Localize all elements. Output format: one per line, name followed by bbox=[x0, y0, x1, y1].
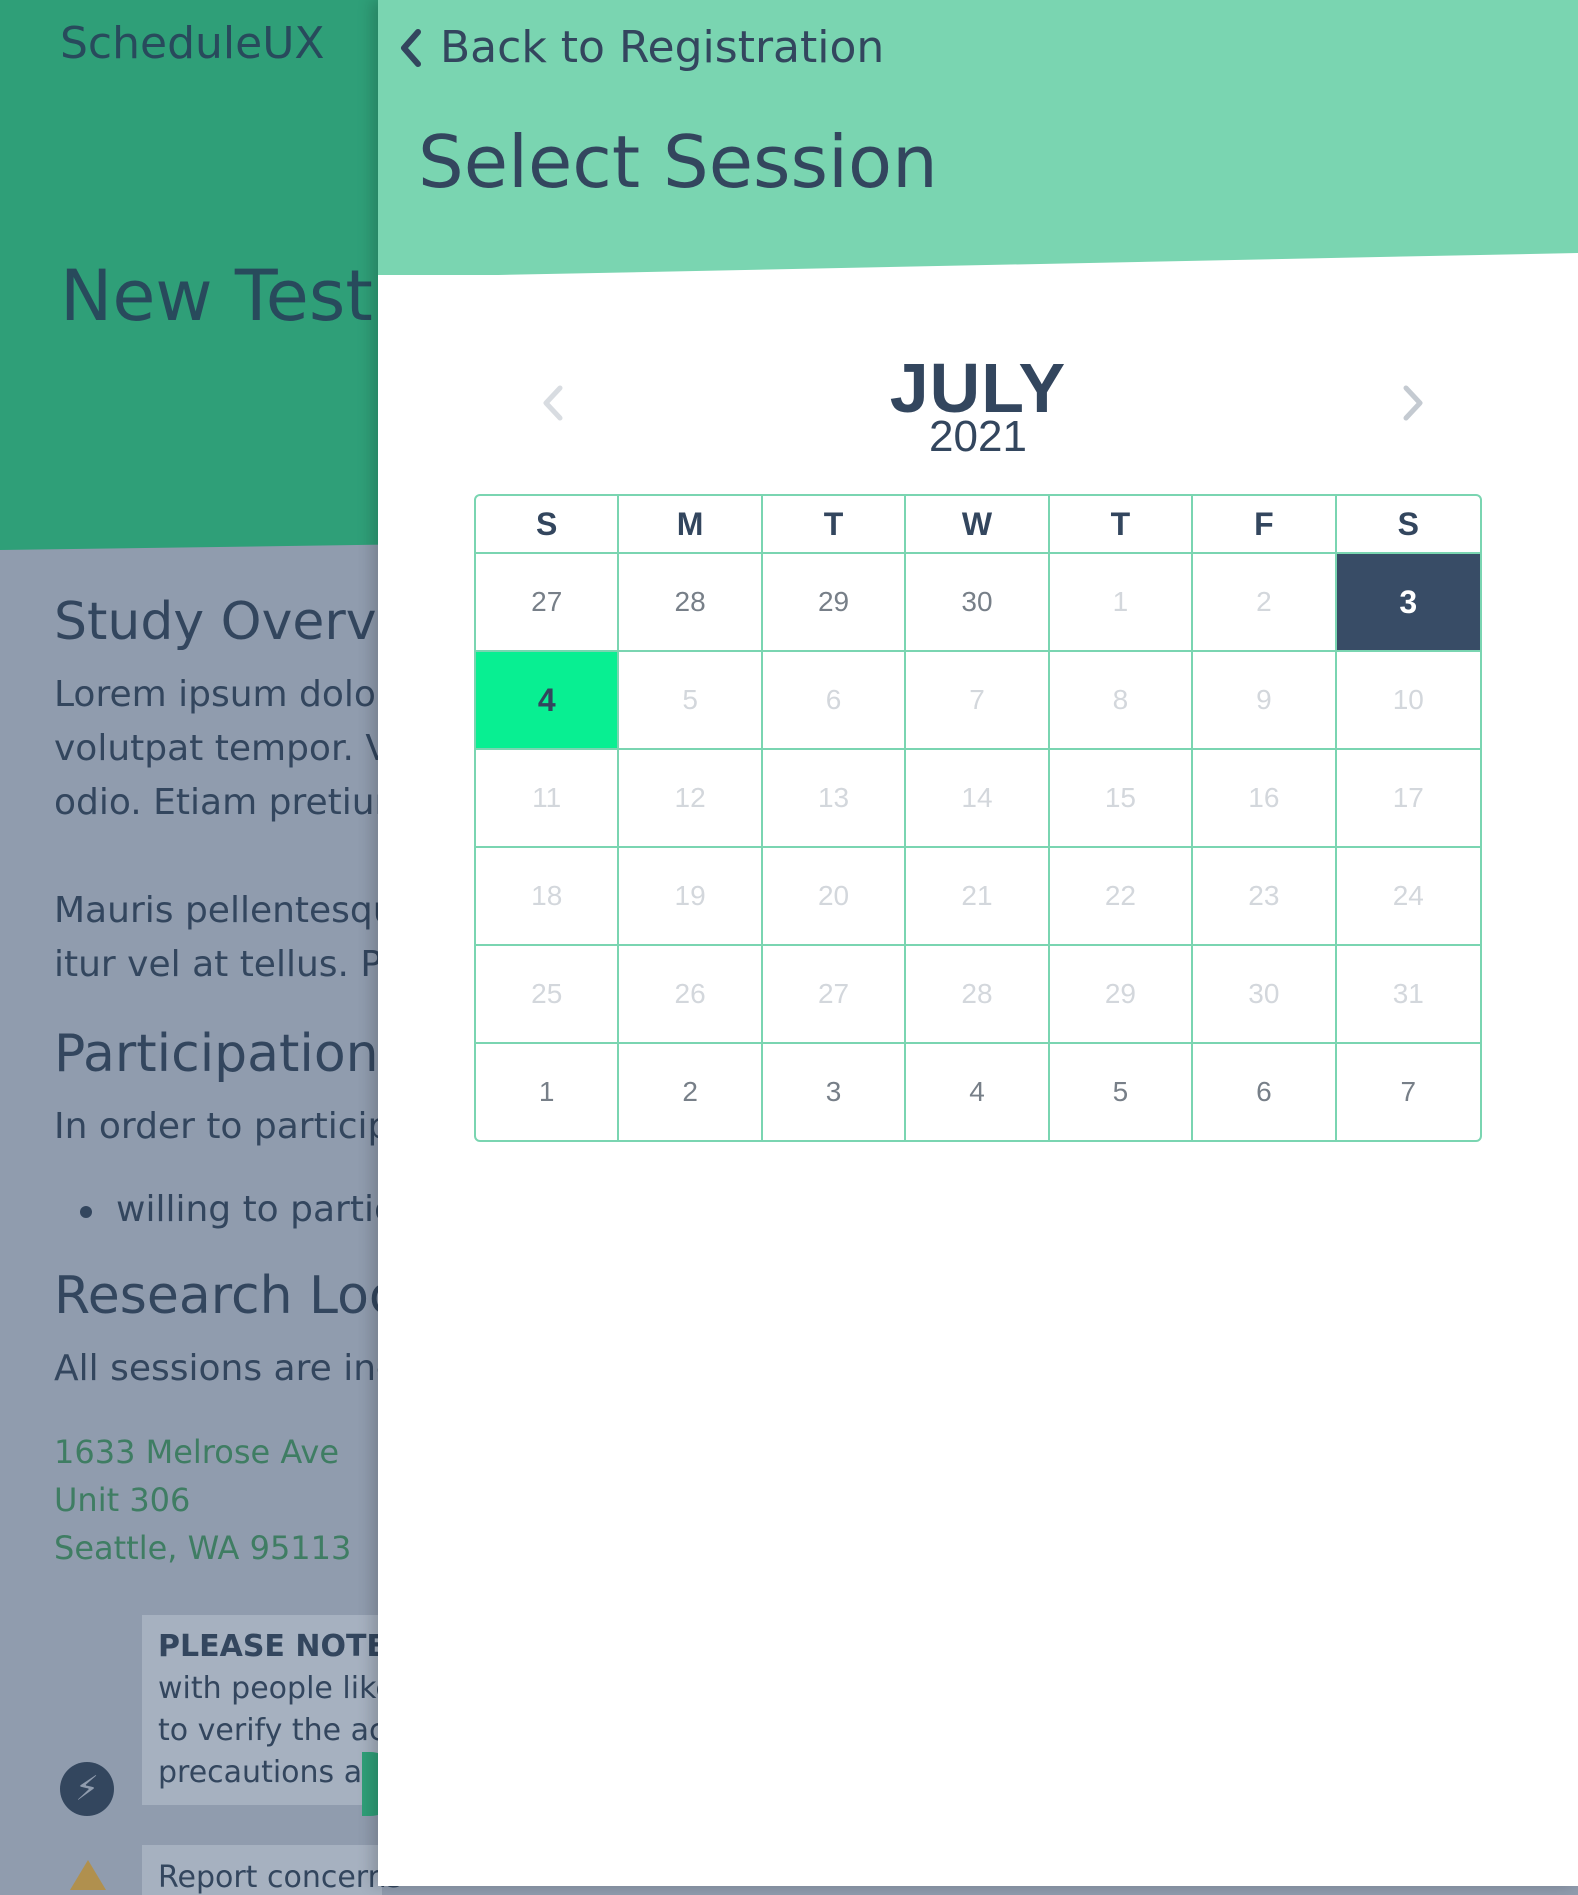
brand-logo-text: ScheduleUX bbox=[60, 18, 325, 69]
participation-heading: Participation R bbox=[54, 1024, 432, 1084]
weekday-header: S bbox=[1336, 496, 1480, 554]
lightning-icon[interactable]: ⚡ bbox=[60, 1762, 114, 1816]
calendar-day-outside: 5 bbox=[1050, 1044, 1194, 1140]
calendar-day-disabled: 22 bbox=[1049, 848, 1194, 946]
calendar-day-disabled: 31 bbox=[1336, 946, 1480, 1044]
calendar-day-outside: 28 bbox=[619, 554, 763, 652]
calendar-day-outside: 3 bbox=[763, 1044, 907, 1140]
next-month-button[interactable] bbox=[1388, 378, 1438, 428]
calendar-day-outside: 7 bbox=[1400, 1076, 1417, 1107]
report-concerns-text[interactable]: Report concerns bbox=[158, 1860, 402, 1895]
calendar-day-disabled: 27 bbox=[762, 946, 907, 1044]
calendar-day-disabled: 30 bbox=[1193, 946, 1337, 1044]
calendar-day-disabled: 9 bbox=[1193, 652, 1337, 750]
calendar-day-disabled: 21 bbox=[906, 848, 1050, 946]
back-label: Back to Registration bbox=[440, 22, 885, 73]
calendar-day-disabled: 10 bbox=[1336, 652, 1480, 750]
calendar-grid: S M T W T F S 27 28 29 30 1 2 3 4 5 6 7 8 9 10 11 12 13 14 15 16 17… bbox=[474, 494, 1482, 1142]
research-location-heading: Research Loca bbox=[54, 1266, 430, 1326]
calendar-day-available[interactable]: 4 bbox=[476, 652, 620, 750]
weekday-header: F bbox=[1193, 496, 1337, 554]
calendar-day-outside: 6 bbox=[1193, 1044, 1337, 1140]
location-text: All sessions are in-p bbox=[54, 1348, 412, 1389]
chevron-left-icon bbox=[401, 28, 421, 67]
weekday-header: S bbox=[476, 496, 620, 554]
calendar-day-outside: 29 bbox=[762, 554, 907, 652]
bullet-dot bbox=[80, 1206, 92, 1218]
calendar-day-disabled: 23 bbox=[1193, 848, 1337, 946]
calendar-day-disabled: 15 bbox=[1049, 750, 1194, 848]
chevron-right-icon bbox=[1403, 385, 1423, 421]
overview-line-1: Lorem ipsum dolor bbox=[54, 674, 391, 715]
calendar-day-outside: 4 bbox=[906, 1044, 1050, 1140]
panel-title: Select Session bbox=[418, 120, 938, 204]
calendar-day-disabled: 11 bbox=[476, 750, 620, 848]
overview-line-5: itur vel at tellus. Pra bbox=[54, 944, 419, 985]
calendar-day-disabled: 25 bbox=[476, 946, 620, 1044]
calendar-day-disabled: 6 bbox=[762, 652, 907, 750]
calendar-day-disabled: 12 bbox=[619, 750, 763, 848]
calendar-day-disabled: 26 bbox=[619, 946, 763, 1044]
calendar-day-disabled: 19 bbox=[619, 848, 763, 946]
weekday-header: T bbox=[762, 496, 907, 554]
calendar-day-outside: 30 bbox=[906, 554, 1050, 652]
calendar-day-disabled: 14 bbox=[906, 750, 1050, 848]
calendar-day-disabled: 17 bbox=[1336, 750, 1480, 848]
chevron-left-icon bbox=[543, 385, 563, 421]
calendar-day-selected[interactable]: 3 bbox=[1336, 554, 1480, 652]
weekday-header: T bbox=[1049, 496, 1194, 554]
note-label: PLEASE NOTE: bbox=[158, 1629, 399, 1664]
overview-line-2: volutpat tempor. Vi bbox=[54, 728, 400, 769]
calendar-day-disabled: 5 bbox=[619, 652, 763, 750]
calendar-day-disabled: 2 bbox=[1193, 554, 1337, 652]
weekday-header: W bbox=[906, 496, 1050, 554]
weekday-header: M bbox=[619, 496, 763, 554]
calendar-day-outside: 27 bbox=[476, 554, 620, 652]
calendar-day-disabled: 13 bbox=[762, 750, 907, 848]
study-overview-heading: Study Overvie bbox=[54, 592, 423, 652]
back-to-registration-link[interactable]: Back to Registration bbox=[398, 22, 884, 73]
prev-month-button[interactable] bbox=[528, 378, 578, 428]
calendar-day-disabled: 28 bbox=[906, 946, 1050, 1044]
calendar-day-disabled: 1 bbox=[1049, 554, 1194, 652]
overview-line-3: odio. Etiam pretium bbox=[54, 782, 410, 823]
participation-text: In order to participa bbox=[54, 1106, 413, 1147]
address-line-3[interactable]: Seattle, WA 95113 bbox=[54, 1524, 351, 1572]
calendar-day-disabled: 18 bbox=[476, 848, 620, 946]
calendar-day-disabled: 24 bbox=[1336, 848, 1480, 946]
calendar-day-disabled: 20 bbox=[762, 848, 907, 946]
calendar-day-disabled: 29 bbox=[1049, 946, 1194, 1044]
address-line-1[interactable]: 1633 Melrose Ave bbox=[54, 1428, 339, 1476]
calendar-day-disabled: 16 bbox=[1193, 750, 1337, 848]
select-session-panel: Back to Registration Select Session JULY… bbox=[378, 0, 1578, 1886]
address-line-2[interactable]: Unit 306 bbox=[54, 1476, 190, 1524]
calendar-day-disabled: 7 bbox=[906, 652, 1050, 750]
calendar-day-outside: 2 bbox=[619, 1044, 763, 1140]
calendar-day-disabled: 8 bbox=[1049, 652, 1194, 750]
calendar-day-outside: 1 bbox=[476, 1044, 620, 1140]
overview-line-4: Mauris pellentesqu bbox=[54, 890, 396, 931]
